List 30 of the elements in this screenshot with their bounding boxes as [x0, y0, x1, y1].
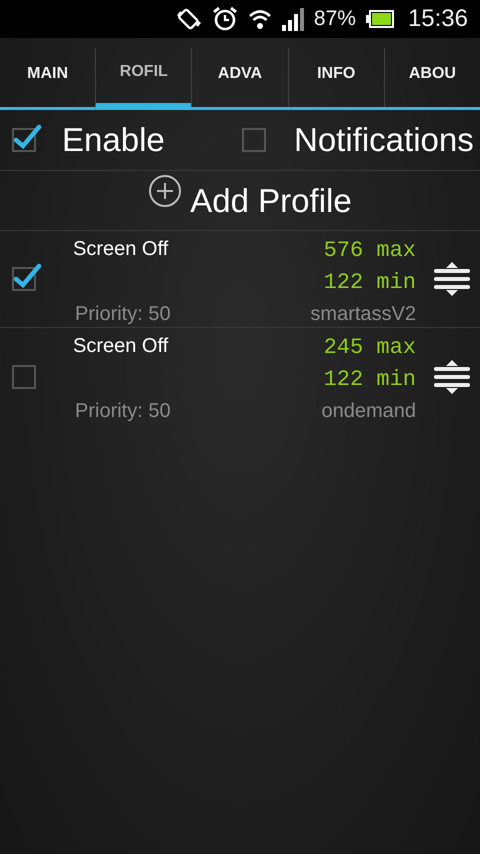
add-icon	[148, 174, 182, 208]
battery-percent: 87%	[314, 7, 356, 31]
rotation-icon	[176, 6, 202, 32]
alarm-clock-icon	[212, 6, 238, 32]
max-frequency: 576 max	[322, 237, 416, 265]
add-profile-button[interactable]: Add Profile	[0, 171, 480, 231]
clock-time: 15:36	[408, 5, 468, 33]
governor-label: smartassV2	[310, 302, 416, 327]
min-frequency: 122 min	[322, 269, 416, 297]
signal-icon	[282, 7, 304, 31]
governor-label: ondemand	[321, 399, 416, 424]
min-frequency: 122 min	[322, 366, 416, 394]
priority-label: Priority: 50	[74, 399, 172, 424]
option-label: Enable	[62, 121, 165, 159]
profile-name: Screen Off	[73, 334, 170, 359]
tab[interactable]: ROFIL	[95, 48, 192, 110]
max-frequency: 245 max	[322, 334, 416, 362]
drag-handle-icon[interactable]	[434, 358, 470, 394]
checkbox[interactable]	[12, 261, 42, 291]
battery-icon	[366, 10, 394, 28]
drag-handle-icon[interactable]	[434, 261, 470, 297]
tab[interactable]: INFO	[288, 48, 384, 107]
priority-label: Priority: 50	[74, 302, 172, 327]
checkbox[interactable]	[12, 122, 42, 152]
tab[interactable]: ADVA	[191, 48, 288, 107]
wifi-icon	[248, 7, 272, 31]
option-label: Notifications	[294, 121, 474, 159]
profile-name: Screen Off	[73, 237, 170, 262]
tab[interactable]: MAIN	[0, 48, 96, 107]
tab[interactable]: ABOU	[384, 48, 480, 107]
